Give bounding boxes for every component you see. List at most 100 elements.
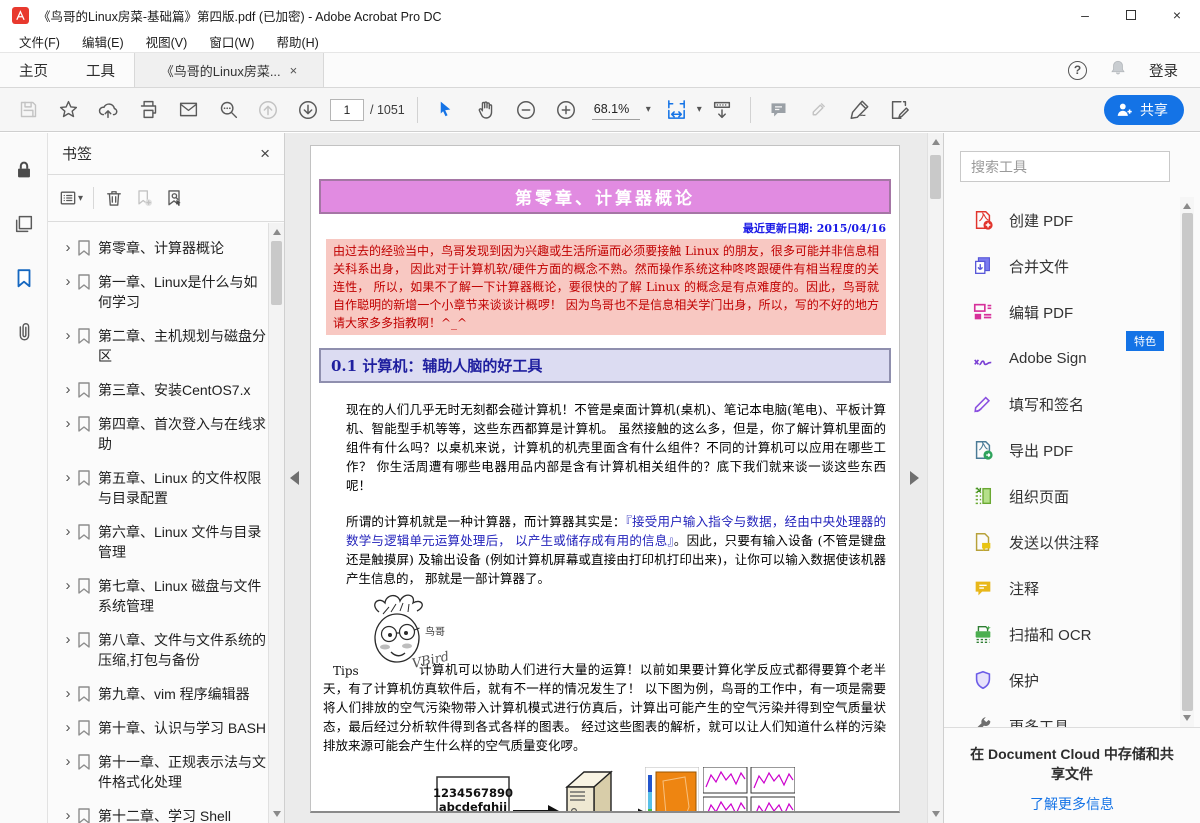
close-button[interactable]: × (1154, 0, 1200, 30)
bookmark-item[interactable]: ›第二章、主机规划与磁盘分区 (48, 319, 268, 373)
bookmark-item[interactable]: ›第零章、计算器概论 (48, 231, 268, 265)
tab-home[interactable]: 主页 (0, 53, 67, 87)
tab-tools[interactable]: 工具 (67, 53, 134, 87)
tool-export-pdf[interactable]: 导出 PDF (944, 427, 1180, 473)
scrolling-mode-button[interactable] (706, 94, 738, 126)
menu-view[interactable]: 视图(V) (135, 30, 199, 53)
bookmark-item[interactable]: ›第八章、文件与文件系统的压缩,打包与备份 (48, 623, 268, 677)
scrollbar-thumb[interactable] (930, 155, 941, 199)
locate-bookmark-button[interactable] (164, 188, 184, 208)
menu-file[interactable]: 文件(F) (8, 30, 71, 53)
pdf-page[interactable]: 第零章、计算器概论 最近更新日期: 2015/04/16 由过去的经验当中，鸟哥… (310, 145, 900, 813)
fit-width-button[interactable] (661, 94, 693, 126)
print-button[interactable] (132, 94, 164, 126)
scroll-down-icon[interactable] (1183, 715, 1191, 721)
previous-page-arrow[interactable] (290, 471, 299, 485)
expand-chevron-icon[interactable]: › (60, 414, 76, 434)
share-button[interactable]: 共享 (1104, 95, 1184, 125)
tab-close-icon[interactable]: × (290, 63, 298, 78)
expand-chevron-icon[interactable]: › (60, 380, 76, 400)
next-page-button[interactable] (292, 94, 324, 126)
menu-edit[interactable]: 编辑(E) (71, 30, 135, 53)
expand-chevron-icon[interactable]: › (60, 752, 76, 772)
expand-chevron-icon[interactable]: › (60, 238, 76, 258)
menu-help[interactable]: 帮助(H) (265, 30, 329, 53)
search-button[interactable] (212, 94, 244, 126)
tool-protect[interactable]: 保护 (944, 657, 1180, 703)
highlight-tool-button[interactable] (803, 94, 835, 126)
tool-comment[interactable]: 注释 (944, 565, 1180, 611)
bookmark-item[interactable]: ›第四章、首次登入与在线求助 (48, 407, 268, 461)
tab-document[interactable]: 《鸟哥的Linux房菜... × (134, 53, 324, 87)
cloud-upload-button[interactable] (92, 94, 124, 126)
tool-send-for-comments[interactable]: 发送以供注释 (944, 519, 1180, 565)
tool-combine-files[interactable]: 合并文件 (944, 243, 1180, 289)
email-button[interactable] (172, 94, 204, 126)
new-bookmark-button[interactable] (134, 188, 154, 208)
bookmarks-scrollbar[interactable] (268, 223, 284, 823)
expand-chevron-icon[interactable]: › (60, 272, 76, 292)
bookmark-item[interactable]: ›第七章、Linux 磁盘与文件系统管理 (48, 569, 268, 623)
tool-scan-ocr[interactable]: 扫描和 OCR (944, 611, 1180, 657)
comment-tool-button[interactable] (763, 94, 795, 126)
bookmark-item[interactable]: ›第九章、vim 程序编辑器 (48, 677, 268, 711)
page-thumbnails-button[interactable] (9, 209, 39, 239)
expand-chevron-icon[interactable]: › (60, 718, 76, 738)
hand-tool-button[interactable] (470, 94, 502, 126)
tool-adobe-sign[interactable]: 特色 Adobe Sign (944, 335, 1180, 381)
delete-bookmark-button[interactable] (104, 188, 124, 208)
minimize-button[interactable]: – (1062, 0, 1108, 30)
fit-width-caret-icon[interactable]: ▾ (697, 104, 702, 115)
learn-more-link[interactable]: 了解更多信息 (1030, 794, 1114, 814)
scrollbar-thumb[interactable] (271, 241, 282, 305)
bookmarks-panel-button[interactable] (9, 263, 39, 293)
select-tool-button[interactable] (430, 94, 462, 126)
zoom-in-button[interactable] (550, 94, 582, 126)
sign-in-button[interactable]: 登录 (1149, 60, 1178, 81)
bookmarks-close-icon[interactable]: × (260, 144, 270, 164)
maximize-button[interactable] (1108, 0, 1154, 30)
expand-chevron-icon[interactable]: › (60, 326, 76, 346)
tool-edit-pdf[interactable]: 编辑 PDF (944, 289, 1180, 335)
zoom-caret-icon[interactable]: ▾ (646, 104, 651, 115)
expand-chevron-icon[interactable]: › (60, 576, 76, 596)
zoom-level-input[interactable]: 68.1% (592, 100, 640, 120)
zoom-out-button[interactable] (510, 94, 542, 126)
bookmark-item[interactable]: ›第三章、安装CentOS7.x (48, 373, 268, 407)
menu-window[interactable]: 窗口(W) (198, 30, 265, 53)
document-scrollbar[interactable] (927, 133, 943, 823)
scroll-up-icon[interactable] (932, 139, 940, 145)
expand-chevron-icon[interactable]: › (60, 806, 76, 823)
sign-tool-button[interactable] (843, 94, 875, 126)
help-button[interactable]: ? (1068, 61, 1087, 80)
bookmark-item[interactable]: ›第六章、Linux 文件与目录管理 (48, 515, 268, 569)
star-button[interactable] (52, 94, 84, 126)
bookmark-item[interactable]: ›第十二章、学习 Shell Script (48, 799, 268, 823)
tool-organize-pages[interactable]: 组织页面 (944, 473, 1180, 519)
security-lock-button[interactable] (9, 155, 39, 185)
scroll-down-icon[interactable] (932, 811, 940, 817)
scroll-up-icon[interactable] (1183, 203, 1191, 209)
bookmark-item[interactable]: ›第五章、Linux 的文件权限与目录配置 (48, 461, 268, 515)
fill-sign-tool-button[interactable] (883, 94, 915, 126)
expand-chevron-icon[interactable]: › (60, 522, 76, 542)
expand-chevron-icon[interactable]: › (60, 684, 76, 704)
tools-scrollbar[interactable] (1180, 197, 1194, 727)
expand-chevron-icon[interactable]: › (60, 630, 76, 650)
save-button[interactable] (12, 94, 44, 126)
expand-chevron-icon[interactable]: › (60, 468, 76, 488)
attachments-button[interactable] (9, 317, 39, 347)
page-number-input[interactable] (330, 99, 364, 121)
tool-create-pdf[interactable]: 创建 PDF (944, 197, 1180, 243)
scroll-up-icon[interactable] (273, 229, 281, 235)
bookmark-item[interactable]: ›第十章、认识与学习 BASH (48, 711, 268, 745)
tool-fill-sign[interactable]: 填写和签名 (944, 381, 1180, 427)
search-tools-input[interactable] (960, 151, 1170, 182)
next-page-arrow[interactable] (910, 471, 919, 485)
scrollbar-thumb[interactable] (1182, 213, 1193, 711)
bookmark-options-button[interactable]: ▾ (58, 188, 83, 208)
scroll-down-icon[interactable] (273, 811, 281, 817)
bookmark-item[interactable]: ›第十一章、正规表示法与文件格式化处理 (48, 745, 268, 799)
notifications-bell-icon[interactable] (1109, 59, 1127, 82)
previous-page-button[interactable] (252, 94, 284, 126)
